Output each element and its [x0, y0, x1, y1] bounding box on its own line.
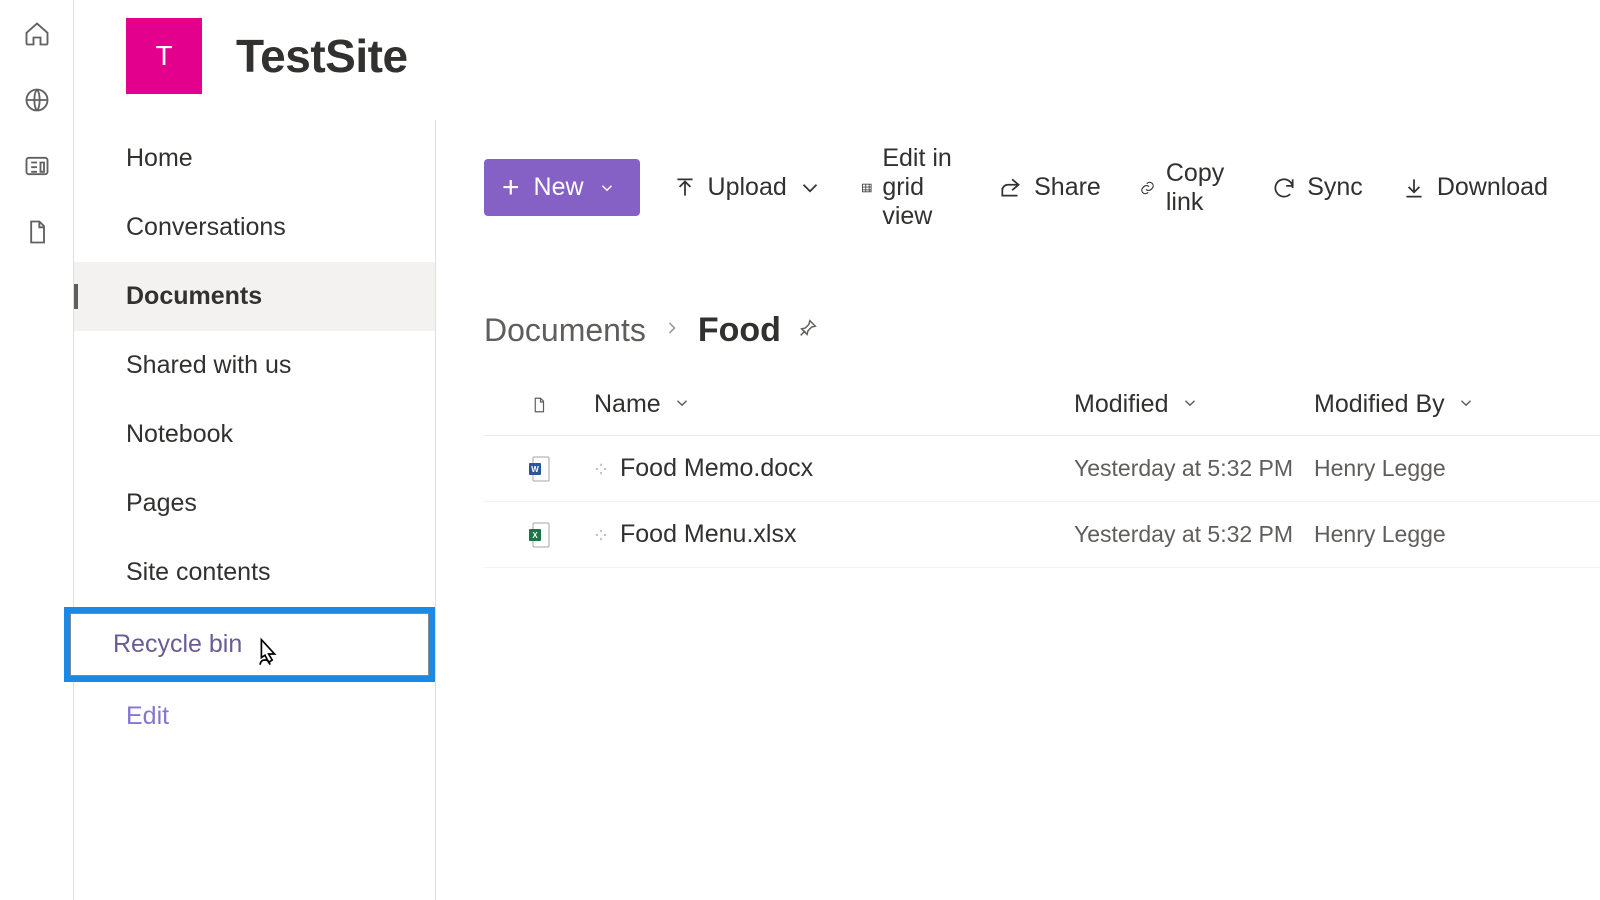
plus-icon: + — [502, 178, 520, 198]
upload-label: Upload — [708, 173, 787, 202]
link-icon — [1139, 175, 1156, 201]
col-type-icon[interactable] — [484, 396, 594, 414]
new-button-label: New — [534, 173, 584, 202]
breadcrumb-current: Food — [698, 311, 781, 350]
file-name-cell[interactable]: Food Menu.xlsx — [594, 520, 1074, 549]
main-area: + New Upload Edit in grid view — [436, 120, 1600, 900]
download-label: Download — [1437, 173, 1548, 202]
modified-cell: Yesterday at 5:32 PM — [1074, 521, 1314, 548]
chevron-down-icon — [598, 179, 616, 197]
document-icon — [530, 396, 548, 414]
col-modified[interactable]: Modified — [1074, 390, 1314, 419]
file-type-icon: X — [484, 521, 594, 549]
modified-by-cell: Henry Legge — [1314, 455, 1574, 482]
excel-icon: X — [527, 521, 551, 549]
download-button[interactable]: Download — [1395, 163, 1554, 212]
share-label: Share — [1034, 173, 1101, 202]
modified-by-cell: Henry Legge — [1314, 521, 1574, 548]
loading-icon — [594, 454, 608, 483]
upload-icon — [672, 175, 698, 201]
copy-link-label: Copy link — [1166, 159, 1233, 217]
col-modified-by[interactable]: Modified By — [1314, 390, 1574, 419]
nav-pages[interactable]: Pages — [74, 469, 435, 538]
nav-documents[interactable]: Documents — [74, 262, 435, 331]
nav-shared[interactable]: Shared with us — [74, 331, 435, 400]
edit-grid-button[interactable]: Edit in grid view — [855, 134, 966, 241]
chevron-right-icon — [662, 318, 682, 343]
upload-button[interactable]: Upload — [666, 163, 829, 212]
word-icon: W — [527, 455, 551, 483]
list-header: Name Modified Modified By — [484, 378, 1600, 436]
nav-edit-link[interactable]: Edit — [74, 688, 435, 731]
file-type-icon: W — [484, 455, 594, 483]
nav-recycle-bin-highlight: Recycle bin — [64, 607, 435, 682]
site-title[interactable]: TestSite — [236, 29, 408, 83]
pin-icon[interactable] — [797, 317, 819, 344]
file-list: Name Modified Modified By — [436, 378, 1600, 568]
home-icon[interactable] — [23, 20, 51, 48]
share-button[interactable]: Share — [992, 163, 1107, 212]
svg-text:X: X — [532, 531, 538, 540]
news-icon[interactable] — [23, 152, 51, 180]
grid-icon — [861, 175, 873, 201]
edit-grid-label: Edit in grid view — [882, 144, 960, 231]
app-rail — [0, 0, 74, 900]
table-row[interactable]: X Food Menu.xlsx Yesterday at 5:32 PM He… — [484, 502, 1600, 568]
command-bar: + New Upload Edit in grid view — [436, 120, 1600, 255]
nav-conversations[interactable]: Conversations — [74, 193, 435, 262]
download-icon — [1401, 175, 1427, 201]
sync-label: Sync — [1307, 173, 1363, 202]
file-name: Food Memo.docx — [620, 454, 813, 483]
nav-home[interactable]: Home — [74, 124, 435, 193]
col-name[interactable]: Name — [594, 390, 1074, 419]
chevron-down-icon — [673, 390, 691, 419]
svg-text:W: W — [531, 465, 539, 474]
share-icon — [998, 175, 1024, 201]
col-modified-label: Modified — [1074, 390, 1169, 419]
nav-notebook[interactable]: Notebook — [74, 400, 435, 469]
modified-cell: Yesterday at 5:32 PM — [1074, 455, 1314, 482]
sync-button[interactable]: Sync — [1265, 163, 1369, 212]
chevron-down-icon — [1181, 390, 1199, 419]
nav-recycle-bin[interactable]: Recycle bin — [70, 613, 429, 676]
sync-icon — [1271, 175, 1297, 201]
left-nav: Home Conversations Documents Shared with… — [74, 120, 436, 900]
table-row[interactable]: W Food Memo.docx Yesterday at 5:32 PM He… — [484, 436, 1600, 502]
copy-link-button[interactable]: Copy link — [1133, 149, 1239, 227]
breadcrumb: Documents Food — [436, 255, 1600, 378]
chevron-down-icon — [1457, 390, 1475, 419]
col-modified-by-label: Modified By — [1314, 390, 1445, 419]
site-tile[interactable]: T — [126, 18, 202, 94]
new-button[interactable]: + New — [484, 159, 640, 216]
site-header: T TestSite — [74, 0, 1600, 120]
file-icon[interactable] — [23, 218, 51, 246]
chevron-down-icon — [797, 175, 823, 201]
loading-icon — [594, 520, 608, 549]
nav-site-contents[interactable]: Site contents — [74, 538, 435, 607]
breadcrumb-root[interactable]: Documents — [484, 312, 646, 349]
file-name-cell[interactable]: Food Memo.docx — [594, 454, 1074, 483]
col-name-label: Name — [594, 390, 661, 419]
file-name: Food Menu.xlsx — [620, 520, 796, 549]
globe-icon[interactable] — [23, 86, 51, 114]
